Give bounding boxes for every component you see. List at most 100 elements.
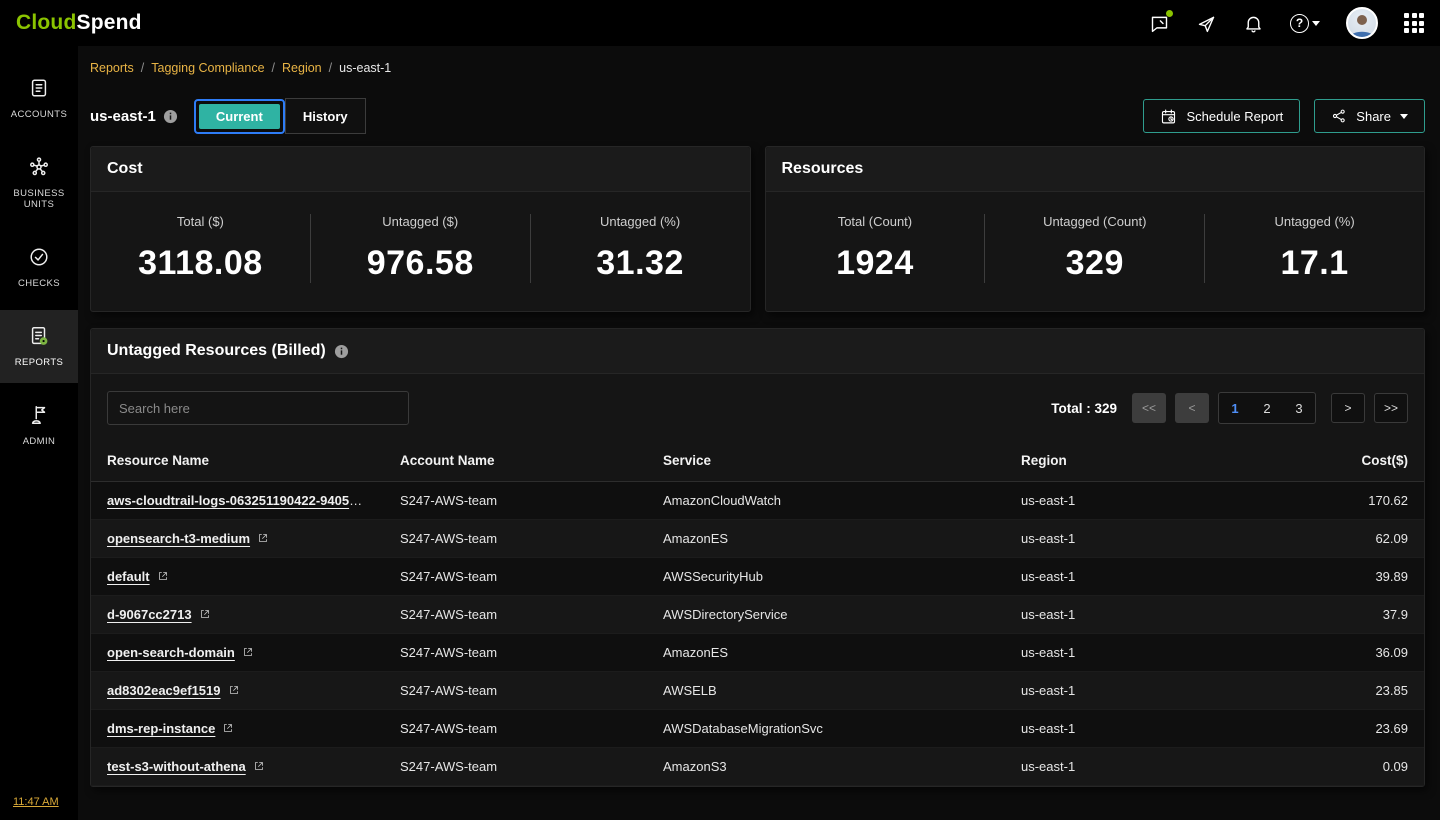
pagination-page-1[interactable]: 1 xyxy=(1219,393,1251,423)
schedule-report-button[interactable]: Schedule Report xyxy=(1143,99,1300,133)
breadcrumb-link-reports[interactable]: Reports xyxy=(90,61,134,75)
service-cell: AmazonES xyxy=(647,520,1005,558)
service-cell: AWSDatabaseMigrationSvc xyxy=(647,710,1005,748)
business-units-hub-icon xyxy=(28,156,50,181)
resources-card-title: Resources xyxy=(766,147,1425,192)
account-name-cell: S247-AWS-team xyxy=(384,634,647,672)
chevron-down-icon xyxy=(1400,114,1408,119)
page-title: us-east-1 xyxy=(90,108,156,125)
service-cell: AmazonCloudWatch xyxy=(647,482,1005,520)
stat-label: Total ($) xyxy=(91,214,310,229)
account-name-cell: S247-AWS-team xyxy=(384,596,647,634)
pagination-first-button[interactable]: << xyxy=(1132,393,1166,423)
resource-name-link[interactable]: aws-cloudtrail-logs-063251190422-940559.… xyxy=(107,493,374,508)
breadcrumb-separator: / xyxy=(141,61,144,75)
cost-cell: 36.09 xyxy=(1274,634,1424,672)
external-link-icon[interactable] xyxy=(381,494,384,506)
cost-cell: 170.62 xyxy=(1274,482,1424,520)
admin-icon xyxy=(28,404,50,429)
notifications-bell-icon[interactable] xyxy=(1243,13,1264,34)
pagination-page-2[interactable]: 2 xyxy=(1251,393,1283,423)
region-cell: us-east-1 xyxy=(1005,710,1274,748)
sidebar-item-label: REPORTS xyxy=(15,357,64,368)
table-row: aws-cloudtrail-logs-063251190422-940559.… xyxy=(91,482,1424,520)
stat-value: 1924 xyxy=(766,244,985,283)
resource-name-link[interactable]: test-s3-without-athena xyxy=(107,759,246,774)
feedback-icon[interactable] xyxy=(1149,13,1170,34)
sidebar-item-reports[interactable]: REPORTS xyxy=(0,310,78,383)
resource-name-link[interactable]: opensearch-t3-medium xyxy=(107,531,250,546)
resource-name-link[interactable]: dms-rep-instance xyxy=(107,721,215,736)
service-cell: AWSELB xyxy=(647,672,1005,710)
cost-cell: 37.9 xyxy=(1274,596,1424,634)
rocket-icon[interactable] xyxy=(1196,13,1217,34)
feedback-badge-dot xyxy=(1166,10,1173,17)
external-link-icon[interactable] xyxy=(253,760,265,772)
breadcrumb-link-region[interactable]: Region xyxy=(282,61,322,75)
external-link-icon[interactable] xyxy=(257,532,269,544)
cost-card-title: Cost xyxy=(91,147,750,192)
tab-current[interactable]: Current xyxy=(199,104,280,129)
untagged-resources-table: Resource Name Account Name Service Regio… xyxy=(91,440,1424,786)
sidebar-item-accounts[interactable]: ACCOUNTS xyxy=(0,62,78,135)
share-label: Share xyxy=(1356,109,1391,124)
sidebar-item-business-units[interactable]: BUSINESS UNITS xyxy=(0,141,78,225)
share-button[interactable]: Share xyxy=(1314,99,1425,133)
resource-name-link[interactable]: default xyxy=(107,569,150,584)
resource-name-link[interactable]: ad8302eac9ef1519 xyxy=(107,683,221,698)
tab-history[interactable]: History xyxy=(285,98,366,134)
pagination-page-3[interactable]: 3 xyxy=(1283,393,1315,423)
column-header-resource-name: Resource Name xyxy=(91,440,384,482)
table-row: dms-rep-instance S247-AWS-team AWSDataba… xyxy=(91,710,1424,748)
reports-document-icon xyxy=(28,325,50,350)
stat-value: 31.32 xyxy=(531,244,750,283)
main-content: Reports / Tagging Compliance / Region / … xyxy=(78,46,1440,820)
external-link-icon[interactable] xyxy=(242,646,254,658)
cost-cell: 39.89 xyxy=(1274,558,1424,596)
info-icon[interactable] xyxy=(334,344,349,359)
view-toggle: Current History xyxy=(194,98,366,134)
resource-name-link[interactable]: open-search-domain xyxy=(107,645,235,660)
stat-label: Untagged (%) xyxy=(1205,214,1424,229)
search-input[interactable] xyxy=(107,391,409,425)
account-name-cell: S247-AWS-team xyxy=(384,520,647,558)
resource-name-link[interactable]: d-9067cc2713 xyxy=(107,607,192,622)
service-cell: AWSSecurityHub xyxy=(647,558,1005,596)
cost-cell: 0.09 xyxy=(1274,748,1424,786)
breadcrumb-link-tagging-compliance[interactable]: Tagging Compliance xyxy=(151,61,264,75)
service-cell: AmazonES xyxy=(647,634,1005,672)
stat-resources-untagged-pct: Untagged (%) 17.1 xyxy=(1204,214,1424,283)
resources-card: Resources Total (Count) 1924 Untagged (C… xyxy=(765,146,1426,312)
accounts-clipboard-icon xyxy=(28,77,50,102)
tab-current-focus-ring: Current xyxy=(194,99,285,134)
apps-grid-icon[interactable] xyxy=(1404,13,1424,33)
stat-label: Untagged (%) xyxy=(531,214,750,229)
account-name-cell: S247-AWS-team xyxy=(384,748,647,786)
header-actions: Schedule Report Share xyxy=(1143,99,1425,133)
external-link-icon[interactable] xyxy=(157,570,169,582)
pagination-last-button[interactable]: >> xyxy=(1374,393,1408,423)
column-header-cost: Cost($) xyxy=(1274,440,1424,482)
external-link-icon[interactable] xyxy=(228,684,240,696)
sidebar-item-checks[interactable]: CHECKS xyxy=(0,231,78,304)
external-link-icon[interactable] xyxy=(222,722,234,734)
sidebar-item-admin[interactable]: ADMIN xyxy=(0,389,78,462)
untagged-resources-header: Untagged Resources (Billed) xyxy=(91,329,1424,374)
account-name-cell: S247-AWS-team xyxy=(384,558,647,596)
clock-time-link[interactable]: 11:47 AM xyxy=(13,796,59,808)
stat-cost-untagged-pct: Untagged (%) 31.32 xyxy=(530,214,750,283)
pagination-pages: 1 2 3 xyxy=(1218,392,1316,424)
page-header: us-east-1 Current History Schedule Repor… xyxy=(90,90,1425,142)
help-icon[interactable]: ? xyxy=(1290,14,1320,33)
account-name-cell: S247-AWS-team xyxy=(384,672,647,710)
external-link-icon[interactable] xyxy=(199,608,211,620)
info-icon[interactable] xyxy=(163,109,178,124)
pagination-prev-button[interactable]: < xyxy=(1175,393,1209,423)
checks-check-circle-icon xyxy=(28,246,50,271)
table-row: default S247-AWS-team AWSSecurityHub us-… xyxy=(91,558,1424,596)
breadcrumb: Reports / Tagging Compliance / Region / … xyxy=(90,46,1425,90)
user-avatar[interactable] xyxy=(1346,7,1378,39)
pagination-next-button[interactable]: > xyxy=(1331,393,1365,423)
table-row: opensearch-t3-medium S247-AWS-team Amazo… xyxy=(91,520,1424,558)
calendar-icon xyxy=(1160,108,1177,125)
